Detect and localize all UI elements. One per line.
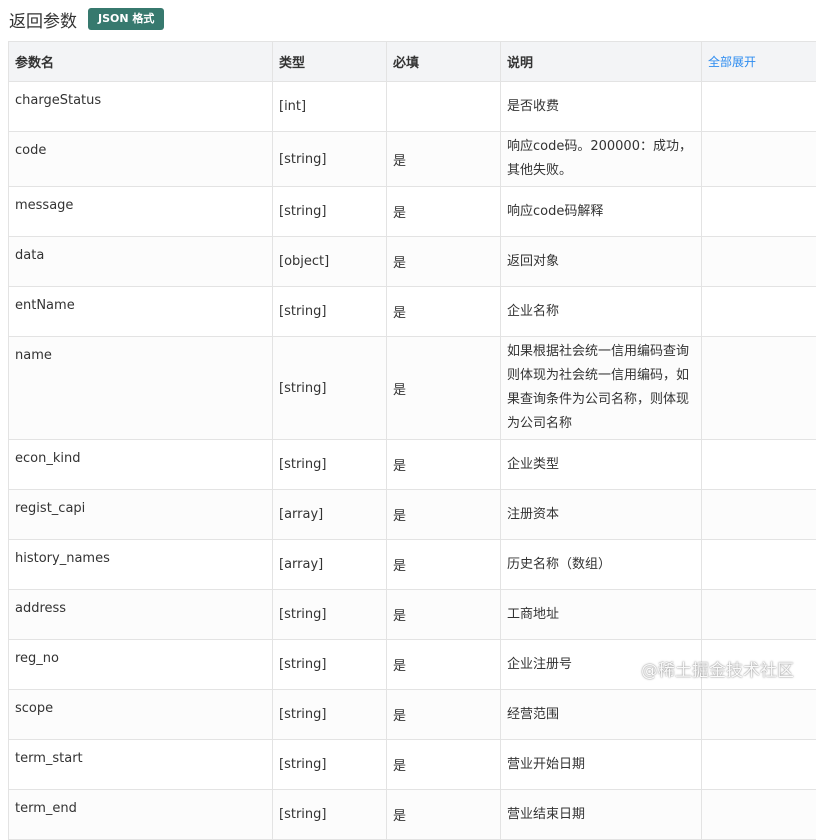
table-row: term_end [string] 是 营业结束日期 [9,790,816,840]
param-extra [702,490,816,540]
section-header: 返回参数 JSON 格式 [9,6,164,32]
table-row: term_start [string] 是 营业开始日期 [9,740,816,790]
param-type: [array] [273,490,387,540]
param-name: message [9,187,273,237]
param-name: econ_kind [9,440,273,490]
param-type: [string] [273,132,387,187]
param-extra [702,440,816,490]
param-name: term_end [9,790,273,840]
table-row: message [string] 是 响应code码解释 [9,187,816,237]
param-name: chargeStatus [9,82,273,132]
param-description: 响应code码解释 [501,187,702,237]
param-name: scope [9,690,273,740]
param-type: [string] [273,440,387,490]
param-description: 营业结束日期 [501,790,702,840]
param-description: 响应code码。200000：成功，其他失败。 [501,132,702,187]
table-row: scope [string] 是 经营范围 [9,690,816,740]
param-name: name [9,337,273,440]
column-header-param-name: 参数名 [9,42,273,82]
param-type: [string] [273,790,387,840]
table-row: name [string] 是 如果根据社会统一信用编码查询则体现为社会统一信用… [9,337,816,440]
param-name: address [9,590,273,640]
table-row: address [string] 是 工商地址 [9,590,816,640]
param-description: 返回对象 [501,237,702,287]
param-name: code [9,132,273,187]
param-extra [702,237,816,287]
param-description: 工商地址 [501,590,702,640]
column-header-description: 说明 [501,42,702,82]
param-description: 经营范围 [501,690,702,740]
param-name: reg_no [9,640,273,690]
param-required: 是 [387,490,501,540]
param-name: regist_capi [9,490,273,540]
table-row: code [string] 是 响应code码。200000：成功，其他失败。 [9,132,816,187]
param-extra [702,740,816,790]
param-name: history_names [9,540,273,590]
param-required: 是 [387,337,501,440]
param-required: 是 [387,590,501,640]
table-row: history_names [array] 是 历史名称（数组） [9,540,816,590]
param-required [387,82,501,132]
section-title: 返回参数 [9,7,77,32]
param-extra [702,287,816,337]
response-params-table: 参数名 类型 必填 说明 全部展开 chargeStatus [int] 是否收… [8,41,816,840]
table-row: econ_kind [string] 是 企业类型 [9,440,816,490]
param-required: 是 [387,540,501,590]
param-required: 是 [387,640,501,690]
param-extra [702,132,816,187]
expand-all-link[interactable]: 全部展开 [702,42,816,82]
param-required: 是 [387,287,501,337]
param-type: [string] [273,287,387,337]
param-required: 是 [387,237,501,287]
table-row: regist_capi [array] 是 注册资本 [9,490,816,540]
param-description: 如果根据社会统一信用编码查询则体现为社会统一信用编码，如果查询条件为公司名称，则… [501,337,702,440]
param-extra [702,187,816,237]
table-row: data [object] 是 返回对象 [9,237,816,287]
param-description: 注册资本 [501,490,702,540]
param-extra [702,690,816,740]
param-required: 是 [387,740,501,790]
param-name: entName [9,287,273,337]
column-header-required: 必填 [387,42,501,82]
param-type: [string] [273,337,387,440]
watermark: @稀土掘金技术社区 [641,656,794,681]
param-type: [string] [273,590,387,640]
json-format-badge[interactable]: JSON 格式 [88,8,164,30]
param-name: data [9,237,273,287]
param-extra [702,790,816,840]
param-required: 是 [387,440,501,490]
param-extra [702,337,816,440]
param-required: 是 [387,187,501,237]
param-type: [string] [273,640,387,690]
param-extra [702,540,816,590]
param-description: 是否收费 [501,82,702,132]
table-header-row: 参数名 类型 必填 说明 全部展开 [9,42,816,82]
param-type: [object] [273,237,387,287]
param-name: term_start [9,740,273,790]
param-type: [string] [273,740,387,790]
param-description: 历史名称（数组） [501,540,702,590]
param-description: 企业名称 [501,287,702,337]
table-row: chargeStatus [int] 是否收费 [9,82,816,132]
param-required: 是 [387,690,501,740]
param-type: [string] [273,187,387,237]
param-description: 营业开始日期 [501,740,702,790]
table-row: entName [string] 是 企业名称 [9,287,816,337]
param-required: 是 [387,132,501,187]
param-required: 是 [387,790,501,840]
param-description: 企业类型 [501,440,702,490]
param-extra [702,590,816,640]
param-type: [int] [273,82,387,132]
param-type: [array] [273,540,387,590]
param-extra [702,82,816,132]
column-header-type: 类型 [273,42,387,82]
param-type: [string] [273,690,387,740]
